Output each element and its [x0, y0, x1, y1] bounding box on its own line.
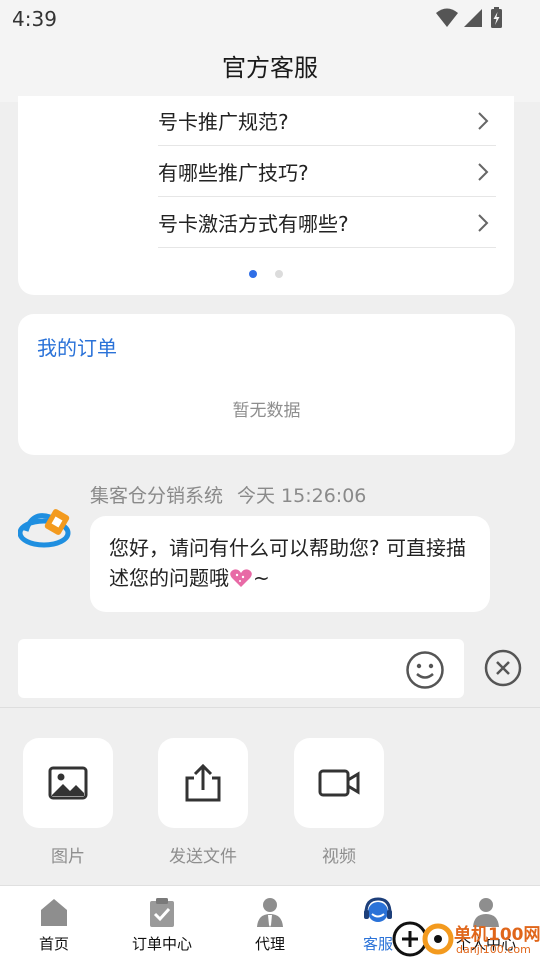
tool-label: 发送文件	[169, 847, 237, 867]
heart-emoji-icon	[230, 569, 252, 587]
close-icon[interactable]	[484, 649, 522, 687]
tool-label: 图片	[51, 847, 85, 867]
danji100-logo-icon	[392, 921, 454, 957]
page-title: 官方客服	[222, 54, 318, 82]
faq-question: 号卡推广规范?	[158, 110, 289, 134]
send-file-button[interactable]: 发送文件	[158, 738, 248, 867]
home-icon	[41, 899, 67, 926]
cellular-signal-icon	[464, 9, 482, 27]
tab-home[interactable]: 首页	[0, 886, 108, 960]
message-meta: 集客仓分销系统 今天 15:26:06	[90, 481, 366, 508]
share-upload-icon	[185, 763, 221, 802]
tab-orders[interactable]: 订单中心	[108, 886, 216, 960]
orders-title[interactable]: 我的订单	[37, 332, 117, 361]
tab-agent[interactable]: 代理	[216, 886, 324, 960]
cloud-sim-logo-icon	[18, 509, 71, 548]
faq-item[interactable]: 有哪些推广技巧?	[158, 147, 496, 197]
message-time: 今天 15:26:06	[237, 485, 367, 507]
faq-card: 号卡推广规范? 有哪些推广技巧? 号卡激活方式有哪些?	[18, 96, 514, 295]
message-tail: ~	[253, 566, 270, 590]
chevron-right-icon	[478, 214, 489, 232]
send-image-button[interactable]: 图片	[23, 738, 113, 867]
battery-icon	[491, 7, 502, 28]
status-time: 4:39	[12, 7, 57, 31]
orders-empty-text: 暂无数据	[232, 401, 301, 421]
image-icon	[48, 766, 88, 800]
tab-label: 首页	[38, 935, 69, 953]
watermark-title: 单机100网	[454, 925, 540, 945]
faq-item[interactable]: 号卡激活方式有哪些?	[158, 198, 496, 248]
chevron-right-icon	[478, 112, 489, 130]
message-sender: 集客仓分销系统	[90, 485, 224, 507]
message-bubble: 您好，请问有什么可以帮助您? 可直接描述您的问题哦 ~	[90, 516, 490, 612]
input-area	[0, 632, 540, 708]
agent-person-icon	[257, 898, 283, 927]
tool-tile[interactable]	[23, 738, 113, 828]
status-bar: 4:39	[0, 0, 540, 36]
tool-label: 视频	[322, 847, 356, 867]
pager-dot[interactable]	[275, 270, 283, 278]
emoji-icon[interactable]	[405, 650, 445, 690]
faq-question: 有哪些推广技巧?	[158, 161, 309, 185]
send-video-button[interactable]: 视频	[294, 738, 384, 867]
orders-card: 我的订单 暂无数据	[18, 314, 515, 455]
chevron-right-icon	[478, 163, 489, 181]
pager-dot-active[interactable]	[249, 270, 257, 278]
title-bar: 官方客服	[0, 36, 540, 102]
watermark-url: danji100.com	[456, 943, 531, 956]
tool-tile[interactable]	[294, 738, 384, 828]
wifi-icon	[436, 8, 458, 27]
faq-question: 号卡激活方式有哪些?	[158, 212, 349, 236]
message-text: 您好，请问有什么可以帮助您? 可直接描述您的问题哦	[109, 536, 466, 590]
pager-dots	[18, 270, 514, 278]
faq-item[interactable]: 号卡推广规范?	[158, 96, 496, 146]
message-input[interactable]	[18, 639, 464, 698]
status-icons	[436, 7, 502, 28]
video-camera-icon	[318, 769, 360, 797]
tab-label: 代理	[254, 935, 285, 953]
tab-label: 订单中心	[131, 935, 192, 953]
attachment-panel: 图片 发送文件 视频	[0, 709, 540, 885]
headset-service-icon	[364, 897, 392, 922]
watermark: 单机100网 danji100.com	[392, 916, 540, 960]
tool-tile[interactable]	[158, 738, 248, 828]
clipboard-check-icon	[150, 898, 174, 927]
